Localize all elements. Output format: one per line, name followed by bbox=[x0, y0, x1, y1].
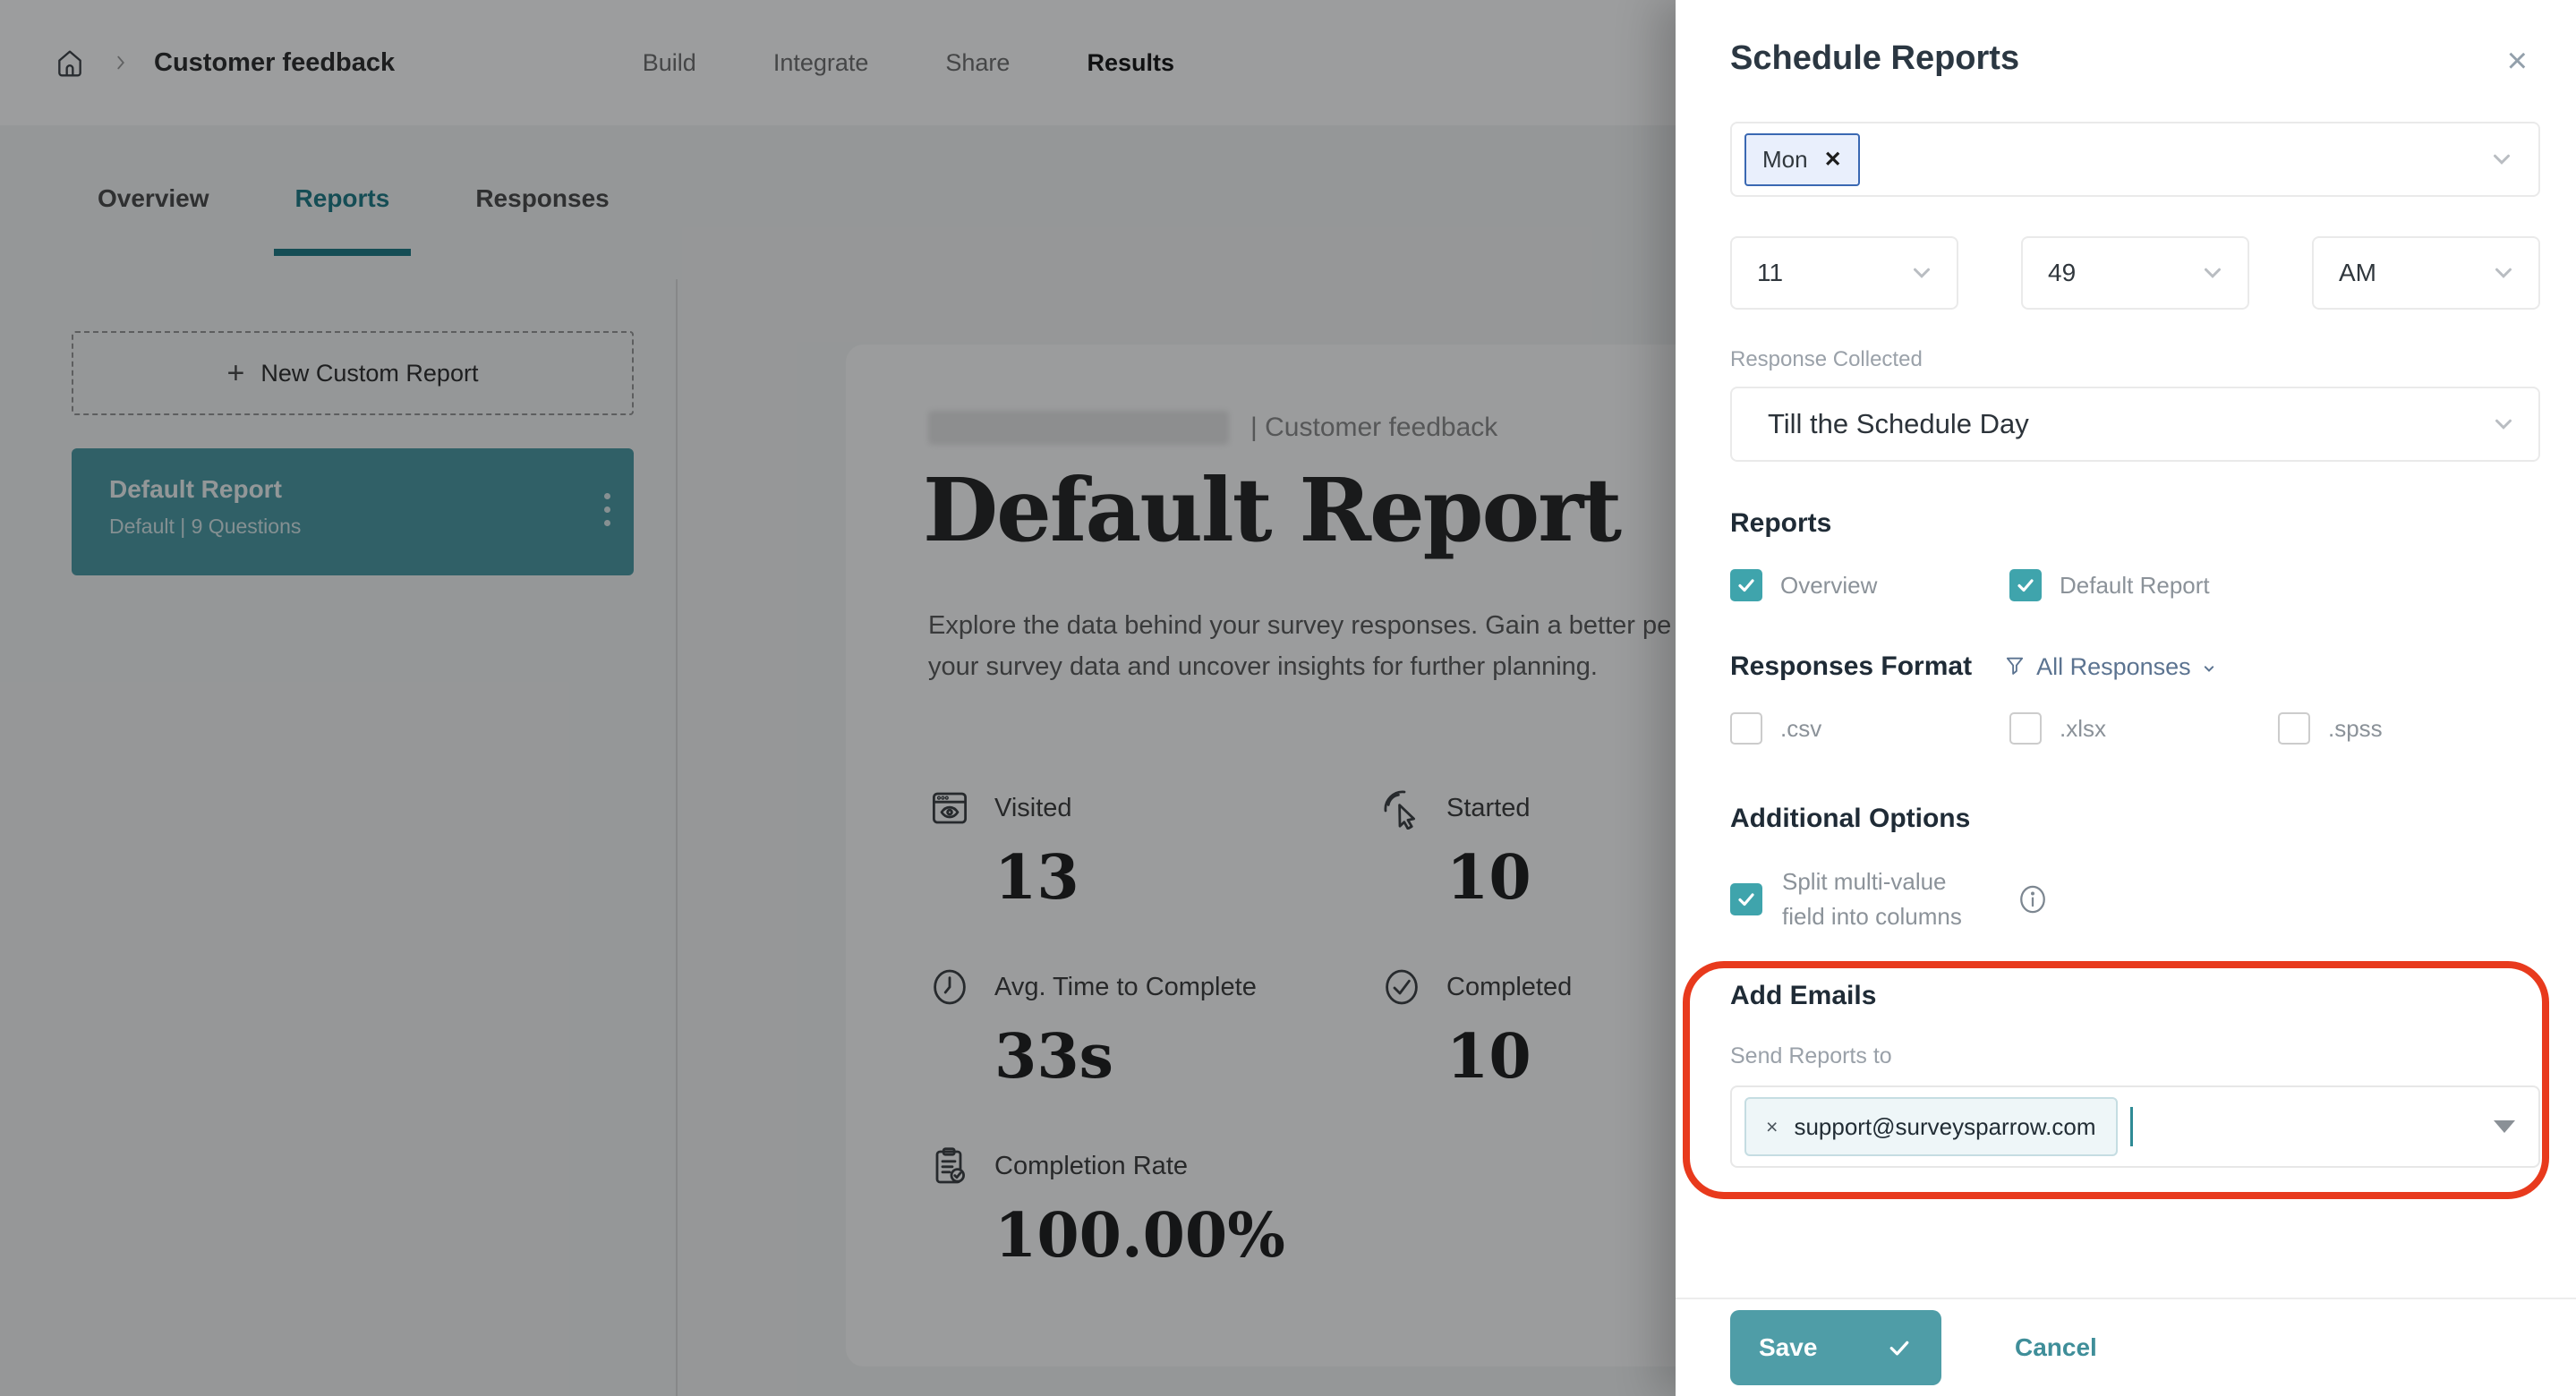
response-collected-value: Till the Schedule Day bbox=[1768, 408, 2029, 440]
checkbox-label: .spss bbox=[2328, 715, 2383, 743]
send-reports-to-label: Send Reports to bbox=[1730, 1043, 2540, 1069]
chevron-down-icon bbox=[2490, 260, 2517, 286]
chevron-down-icon bbox=[2490, 411, 2517, 438]
checkbox-default-report[interactable]: Default Report bbox=[2009, 569, 2210, 601]
format-options: .csv .xlsx .spss bbox=[1730, 712, 2540, 745]
email-recipients-input[interactable]: × support@surveysparrow.com bbox=[1730, 1085, 2540, 1168]
responses-filter-label: All Responses bbox=[2036, 653, 2191, 681]
text-cursor bbox=[2130, 1107, 2133, 1146]
chevron-down-icon bbox=[2488, 146, 2515, 173]
hour-value: 11 bbox=[1757, 259, 1783, 287]
check-icon bbox=[1886, 1334, 1913, 1361]
response-collected-label: Response Collected bbox=[1730, 347, 2540, 372]
day-tag-label: Mon bbox=[1762, 146, 1808, 174]
checkbox-spss[interactable]: .spss bbox=[2278, 712, 2383, 745]
day-tag: Mon ✕ bbox=[1744, 133, 1860, 186]
split-multivalue-option[interactable]: Split multi-value field into columns bbox=[1730, 864, 2540, 934]
meridiem-select[interactable]: AM bbox=[2312, 236, 2540, 310]
hour-select[interactable]: 11 bbox=[1730, 236, 1958, 310]
cancel-button[interactable]: Cancel bbox=[2009, 1332, 2103, 1363]
checkbox-csv[interactable]: .csv bbox=[1730, 712, 2009, 745]
chevron-down-icon bbox=[2199, 260, 2226, 286]
response-collected-select[interactable]: Till the Schedule Day bbox=[1730, 387, 2540, 462]
modal-overlay bbox=[0, 0, 1676, 1396]
add-emails-heading: Add Emails bbox=[1730, 981, 2540, 1011]
day-select[interactable]: Mon ✕ bbox=[1730, 122, 2540, 197]
schedule-reports-panel: Schedule Reports × Mon ✕ 11 49 bbox=[1676, 0, 2576, 1396]
chevron-down-icon bbox=[2200, 660, 2218, 677]
email-tag-remove-icon[interactable]: × bbox=[1766, 1115, 1778, 1139]
email-tag-label: support@surveysparrow.com bbox=[1794, 1113, 2095, 1141]
checkbox-checked-icon[interactable] bbox=[2009, 569, 2042, 601]
minute-value: 49 bbox=[2048, 259, 2076, 287]
add-emails-section: Add Emails Send Reports to × support@sur… bbox=[1730, 981, 2540, 1168]
checkbox-overview[interactable]: Overview bbox=[1730, 569, 2009, 601]
checkbox-label: Overview bbox=[1780, 572, 1877, 600]
responses-filter[interactable]: All Responses bbox=[2002, 653, 2218, 681]
checkbox-label: Split multi-value field into columns bbox=[1782, 864, 1962, 934]
reports-section-heading: Reports bbox=[1730, 508, 2540, 539]
app-root: Customer feedback Build Integrate Share … bbox=[0, 0, 2576, 1396]
panel-footer: Save Cancel bbox=[1676, 1298, 2576, 1396]
meridiem-value: AM bbox=[2339, 259, 2376, 287]
reports-options: Overview Default Report bbox=[1730, 569, 2540, 601]
checkbox-label: .xlsx bbox=[2060, 715, 2106, 743]
day-tag-remove-icon[interactable]: ✕ bbox=[1824, 147, 1842, 173]
checkbox-label: Default Report bbox=[2060, 572, 2210, 600]
dropdown-caret-icon[interactable] bbox=[2494, 1120, 2515, 1133]
close-icon[interactable]: × bbox=[2507, 43, 2528, 79]
checkbox-checked-icon[interactable] bbox=[1730, 883, 1762, 915]
checkbox-unchecked-icon[interactable] bbox=[2278, 712, 2310, 745]
email-tag: × support@surveysparrow.com bbox=[1744, 1097, 2118, 1156]
minute-select[interactable]: 49 bbox=[2021, 236, 2249, 310]
additional-options-heading: Additional Options bbox=[1730, 804, 2540, 834]
panel-title: Schedule Reports bbox=[1730, 39, 2019, 78]
checkbox-label: .csv bbox=[1780, 715, 1821, 743]
chevron-down-icon bbox=[1908, 260, 1935, 286]
save-label: Save bbox=[1759, 1333, 1817, 1362]
checkbox-unchecked-icon[interactable] bbox=[1730, 712, 1762, 745]
checkbox-unchecked-icon[interactable] bbox=[2009, 712, 2042, 745]
info-icon[interactable] bbox=[2017, 884, 2048, 915]
filter-funnel-icon bbox=[2002, 654, 2027, 679]
checkbox-checked-icon[interactable] bbox=[1730, 569, 1762, 601]
save-button[interactable]: Save bbox=[1730, 1310, 1941, 1385]
time-row: 11 49 AM bbox=[1730, 236, 2540, 310]
responses-format-heading: Responses Format bbox=[1730, 651, 1972, 682]
checkbox-xlsx[interactable]: .xlsx bbox=[2009, 712, 2278, 745]
